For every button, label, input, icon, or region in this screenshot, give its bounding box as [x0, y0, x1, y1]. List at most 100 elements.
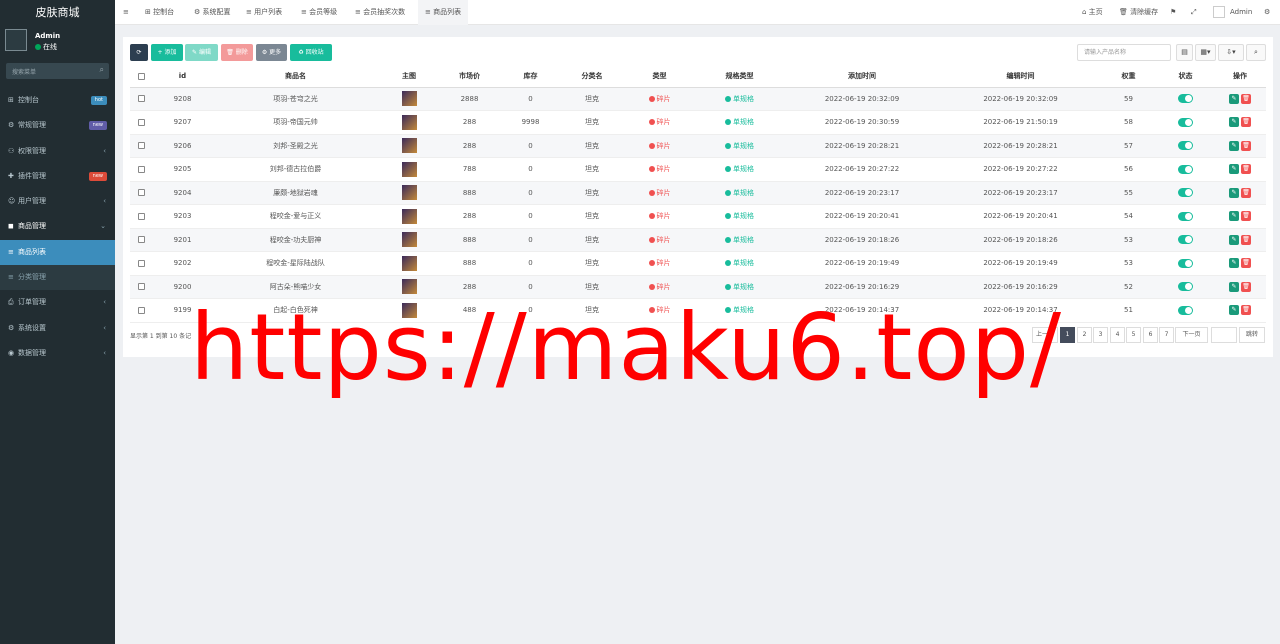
edit-row-button[interactable]: ✎: [1229, 305, 1239, 316]
edit-row-button[interactable]: ✎: [1229, 211, 1239, 222]
table-row[interactable]: 9203 程咬金-爱与正义 288 0 坦克 碎片 单规格 2022-06-19 20:20:…: [130, 204, 1266, 229]
cell-thumbnail[interactable]: [379, 134, 439, 158]
add-button[interactable]: + 添加: [151, 44, 183, 61]
tab-system-config[interactable]: ⚙ 系统配置: [194, 0, 231, 25]
delete-row-button[interactable]: 🗑: [1241, 281, 1251, 292]
menu-search[interactable]: 搜索菜单 ⌕: [6, 63, 109, 79]
more-button[interactable]: ⚙ 更多: [256, 44, 287, 61]
status-toggle[interactable]: [1178, 188, 1193, 198]
goto-page-input[interactable]: [1211, 327, 1237, 343]
table-row[interactable]: 9201 程咬金-功夫厨神 888 0 坦克 碎片 单规格 2022-06-19 20:18:…: [130, 228, 1266, 252]
sidebar-item-categories[interactable]: ≡ 分类管理: [0, 265, 115, 291]
next-page-button[interactable]: 下一页: [1175, 327, 1208, 343]
column-header[interactable]: 类型: [623, 66, 696, 88]
edit-row-button[interactable]: ✎: [1229, 258, 1239, 269]
product-image[interactable]: [401, 255, 417, 271]
status-toggle[interactable]: [1178, 211, 1193, 221]
product-image[interactable]: [401, 208, 417, 224]
brand-title[interactable]: 皮肤商城: [0, 0, 115, 25]
page-3-button[interactable]: 3: [1093, 327, 1108, 343]
product-image[interactable]: [401, 138, 417, 154]
delete-row-button[interactable]: 🗑: [1241, 211, 1251, 222]
page-7-button[interactable]: 7: [1159, 327, 1174, 343]
sidebar-item-product-list[interactable]: ≡ 商品列表: [0, 239, 115, 266]
tab-dashboard[interactable]: ⊞ 控制台: [145, 0, 174, 25]
tab-user-list[interactable]: ≡ 用户列表: [246, 0, 282, 25]
menu-search-input[interactable]: 搜索菜单: [12, 67, 36, 76]
sidebar-item-orders[interactable]: ⎙ 订单管理 ‹: [0, 290, 115, 315]
product-image[interactable]: [401, 232, 417, 248]
status-toggle[interactable]: [1178, 94, 1193, 104]
status-toggle[interactable]: [1178, 164, 1193, 174]
column-header[interactable]: 添加时间: [783, 66, 941, 88]
cell-thumbnail[interactable]: [379, 181, 439, 205]
sidebar-item-products[interactable]: ◼ 商品管理 ⌄: [0, 214, 115, 239]
table-row[interactable]: 9206 刘邦-圣殿之光 288 0 坦克 碎片 单规格 2022-06-19 20:28:2…: [130, 134, 1266, 158]
status-toggle[interactable]: [1178, 282, 1193, 292]
refresh-button[interactable]: ⟳: [130, 44, 148, 61]
product-search-input[interactable]: 请输入产品名称: [1077, 44, 1171, 61]
edit-button[interactable]: ✎ 编辑: [185, 44, 218, 61]
delete-row-button[interactable]: 🗑: [1241, 305, 1251, 316]
delete-row-button[interactable]: 🗑: [1241, 258, 1251, 269]
edit-row-button[interactable]: ✎: [1229, 117, 1239, 128]
clear-cache-button[interactable]: 🗑 清除缓存: [1119, 0, 1158, 25]
row-checkbox[interactable]: [130, 204, 153, 229]
fullscreen-icon[interactable]: ⤢: [1191, 0, 1197, 25]
column-header[interactable]: 主图: [379, 66, 439, 88]
column-header[interactable]: 规格类型: [696, 66, 783, 88]
export-icon[interactable]: ⇩▾: [1218, 44, 1244, 61]
search-icon[interactable]: ⌕: [100, 65, 104, 75]
select-all-checkbox[interactable]: [130, 66, 153, 88]
column-header[interactable]: 库存: [500, 66, 561, 88]
edit-row-button[interactable]: ✎: [1229, 281, 1239, 292]
admin-menu[interactable]: Admin: [1230, 0, 1252, 25]
row-checkbox[interactable]: [130, 298, 153, 323]
row-checkbox[interactable]: [130, 251, 153, 276]
product-image[interactable]: [401, 91, 417, 107]
sidebar-item-data[interactable]: ◉ 数据管理 ‹: [0, 341, 115, 366]
cell-thumbnail[interactable]: [379, 157, 439, 182]
toggle-view-icon[interactable]: ▤: [1176, 44, 1193, 61]
tab-product-list[interactable]: ≡ 商品列表: [418, 0, 469, 25]
tab-member-lottery[interactable]: ≡ 会员抽奖次数: [355, 0, 405, 25]
cell-thumbnail[interactable]: [379, 251, 439, 276]
sidebar-item-plugins[interactable]: ✚ 插件管理 new: [0, 164, 115, 189]
sidebar-item-users[interactable]: ☺ 用户管理 ‹: [0, 189, 115, 214]
edit-row-button[interactable]: ✎: [1229, 140, 1239, 151]
row-checkbox[interactable]: [130, 110, 153, 135]
page-1-button[interactable]: 1: [1060, 327, 1075, 343]
delete-row-button[interactable]: 🗑: [1241, 140, 1251, 151]
status-toggle[interactable]: [1178, 141, 1193, 151]
row-checkbox[interactable]: [130, 87, 153, 111]
column-header[interactable]: id: [153, 66, 212, 88]
recycle-bin-button[interactable]: ♻ 回收站: [290, 44, 332, 61]
columns-icon[interactable]: ▦▾: [1195, 44, 1216, 61]
search-icon[interactable]: ⌕: [1246, 44, 1266, 61]
column-header[interactable]: 分类名: [561, 66, 623, 88]
cell-thumbnail[interactable]: [379, 228, 439, 252]
row-checkbox[interactable]: [130, 275, 153, 299]
language-icon[interactable]: ⚑: [1170, 0, 1176, 25]
row-checkbox[interactable]: [130, 157, 153, 182]
cell-thumbnail[interactable]: [379, 110, 439, 135]
sidebar-item-general[interactable]: ⚙ 常规管理 new: [0, 113, 115, 138]
goto-button[interactable]: 跳转: [1239, 327, 1265, 343]
status-toggle[interactable]: [1178, 117, 1193, 127]
product-image[interactable]: [401, 185, 417, 201]
menu-toggle-icon[interactable]: ≡: [123, 0, 129, 25]
edit-row-button[interactable]: ✎: [1229, 234, 1239, 245]
row-checkbox[interactable]: [130, 228, 153, 252]
edit-row-button[interactable]: ✎: [1229, 93, 1239, 104]
column-header[interactable]: 操作: [1214, 66, 1266, 88]
status-toggle[interactable]: [1178, 258, 1193, 268]
admin-avatar[interactable]: [1213, 6, 1225, 18]
page-4-button[interactable]: 4: [1110, 327, 1125, 343]
table-row[interactable]: 9207 项羽-帝国元帅 288 9998 坦克 碎片 单规格 2022-06-19 20:3…: [130, 110, 1266, 135]
table-row[interactable]: 9205 刘邦-德古拉伯爵 788 0 坦克 碎片 单规格 2022-06-19 20:27:…: [130, 157, 1266, 182]
page-5-button[interactable]: 5: [1126, 327, 1141, 343]
delete-row-button[interactable]: 🗑: [1241, 93, 1251, 104]
status-toggle[interactable]: [1178, 235, 1193, 245]
product-image[interactable]: [401, 161, 417, 177]
product-image[interactable]: [401, 279, 417, 295]
